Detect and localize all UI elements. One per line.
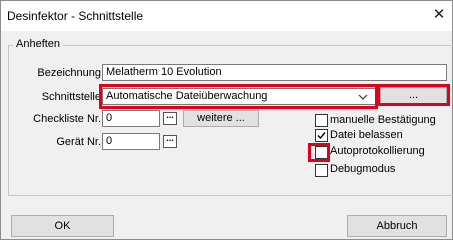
schnittstelle-value: Automatische Dateiüberwachung	[106, 90, 268, 102]
window-title: Desinfektor - Schnittstelle	[7, 9, 144, 23]
checkliste-input[interactable]: 0	[102, 110, 160, 127]
checkbox-manuelle-bestaetigung[interactable]	[315, 114, 328, 127]
schnittstelle-dropdown[interactable]: Automatische Dateiüberwachung	[102, 88, 376, 105]
schnittstelle-browse-button[interactable]: ...	[380, 87, 447, 106]
cancel-button[interactable]: Abbruch	[347, 215, 447, 237]
checkmark-icon	[317, 132, 326, 140]
checkbox-debugmodus[interactable]	[315, 164, 328, 177]
checkbox-label-datei-belassen: Datei belassen	[330, 129, 403, 141]
group-legend: Anheften	[13, 38, 64, 50]
checkliste-ellipsis-icon[interactable]: ...	[163, 111, 177, 125]
schnittstelle-label: Schnittstelle	[41, 91, 101, 103]
dialog-window: Desinfektor - Schnittstelle ✕ Anheften B…	[0, 0, 453, 240]
bezeichnung-input[interactable]: Melatherm 10 Evolution	[102, 64, 447, 81]
close-icon[interactable]: ✕	[432, 7, 446, 23]
geraet-ellipsis-icon[interactable]: ...	[163, 134, 177, 148]
geraet-input[interactable]: 0	[102, 133, 160, 150]
weitere-button[interactable]: weitere ...	[183, 110, 259, 127]
checkbox-autoprotokollierung[interactable]	[315, 146, 328, 159]
chevron-down-icon[interactable]	[358, 93, 368, 101]
checkbox-label-debugmodus: Debugmodus	[330, 163, 396, 175]
checkbox-datei-belassen[interactable]	[315, 129, 328, 142]
ok-button[interactable]: OK	[11, 215, 114, 237]
checkbox-label-manuelle-bestaetigung: manuelle Bestätigung	[330, 114, 436, 126]
geraet-label: Gerät Nr.	[56, 136, 101, 148]
checkliste-label: Checkliste Nr.	[33, 113, 101, 125]
checkbox-label-autoprotokollierung: Autoprotokollierung	[330, 145, 425, 157]
title-bar: Desinfektor - Schnittstelle ✕	[1, 1, 452, 31]
bezeichnung-label: Bezeichnung	[37, 67, 101, 79]
